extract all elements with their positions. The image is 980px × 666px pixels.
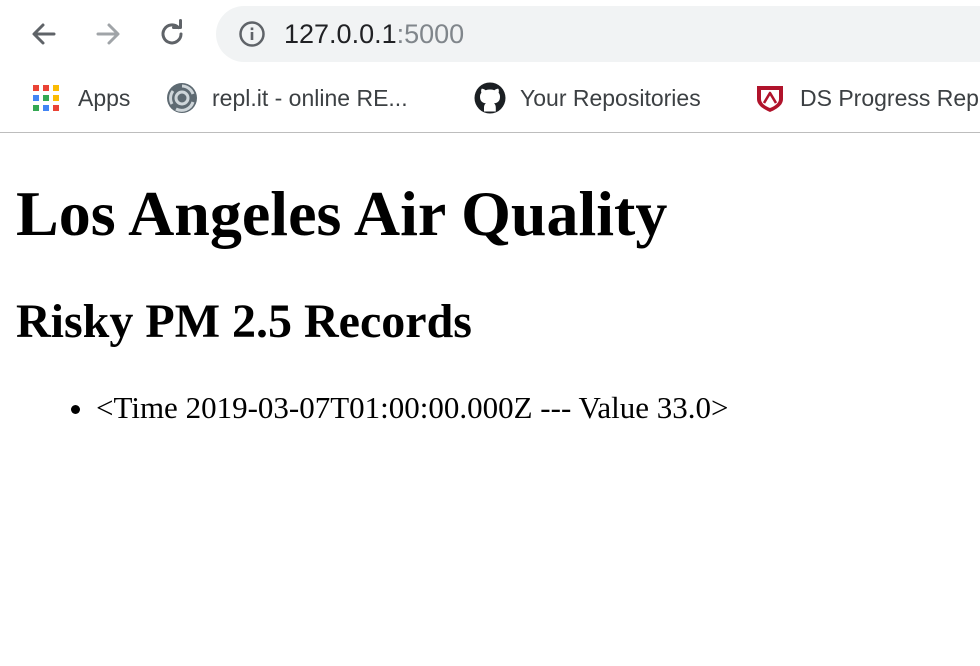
list-item: <Time 2019-03-07T01:00:00.000Z --- Value… — [96, 388, 729, 428]
page-subtitle: Risky PM 2.5 Records — [16, 295, 472, 348]
url-port: :5000 — [396, 19, 465, 49]
url-text: 127.0.0.1:5000 — [284, 6, 464, 62]
bookmark-ds-progress[interactable]: DS Progress Rep — [754, 68, 979, 128]
bookmark-apps[interactable]: Apps — [30, 68, 130, 128]
bookmark-replit[interactable]: repl.it - online RE... — [166, 68, 408, 128]
back-button[interactable] — [24, 14, 64, 54]
bookmark-label: repl.it - online RE... — [212, 84, 408, 111]
apps-grid-icon — [30, 82, 62, 114]
bookmark-label: DS Progress Rep — [800, 84, 979, 111]
toolbar-divider — [0, 132, 980, 133]
arrow-left-icon — [32, 23, 56, 45]
site-info-button[interactable] — [238, 20, 266, 48]
page-title: Los Angeles Air Quality — [16, 178, 668, 249]
reload-icon — [161, 19, 183, 45]
bookmark-github[interactable]: Your Repositories — [474, 68, 701, 128]
reload-button[interactable] — [152, 14, 192, 54]
address-bar[interactable]: 127.0.0.1:5000 — [216, 6, 980, 62]
github-icon — [474, 82, 506, 114]
bookmarks-bar: Apps repl.it - online RE... Your Reposit… — [0, 68, 980, 132]
url-host: 127.0.0.1 — [284, 19, 397, 49]
info-icon — [239, 21, 265, 47]
arrow-right-icon — [96, 23, 120, 45]
forward-button[interactable] — [88, 14, 128, 54]
shield-icon — [754, 82, 786, 114]
records-list: <Time 2019-03-07T01:00:00.000Z --- Value… — [16, 388, 729, 428]
replit-icon — [166, 82, 198, 114]
browser-toolbar: 127.0.0.1:5000 — [0, 0, 980, 68]
bookmark-label: Apps — [78, 84, 131, 111]
bookmark-label: Your Repositories — [520, 84, 701, 111]
